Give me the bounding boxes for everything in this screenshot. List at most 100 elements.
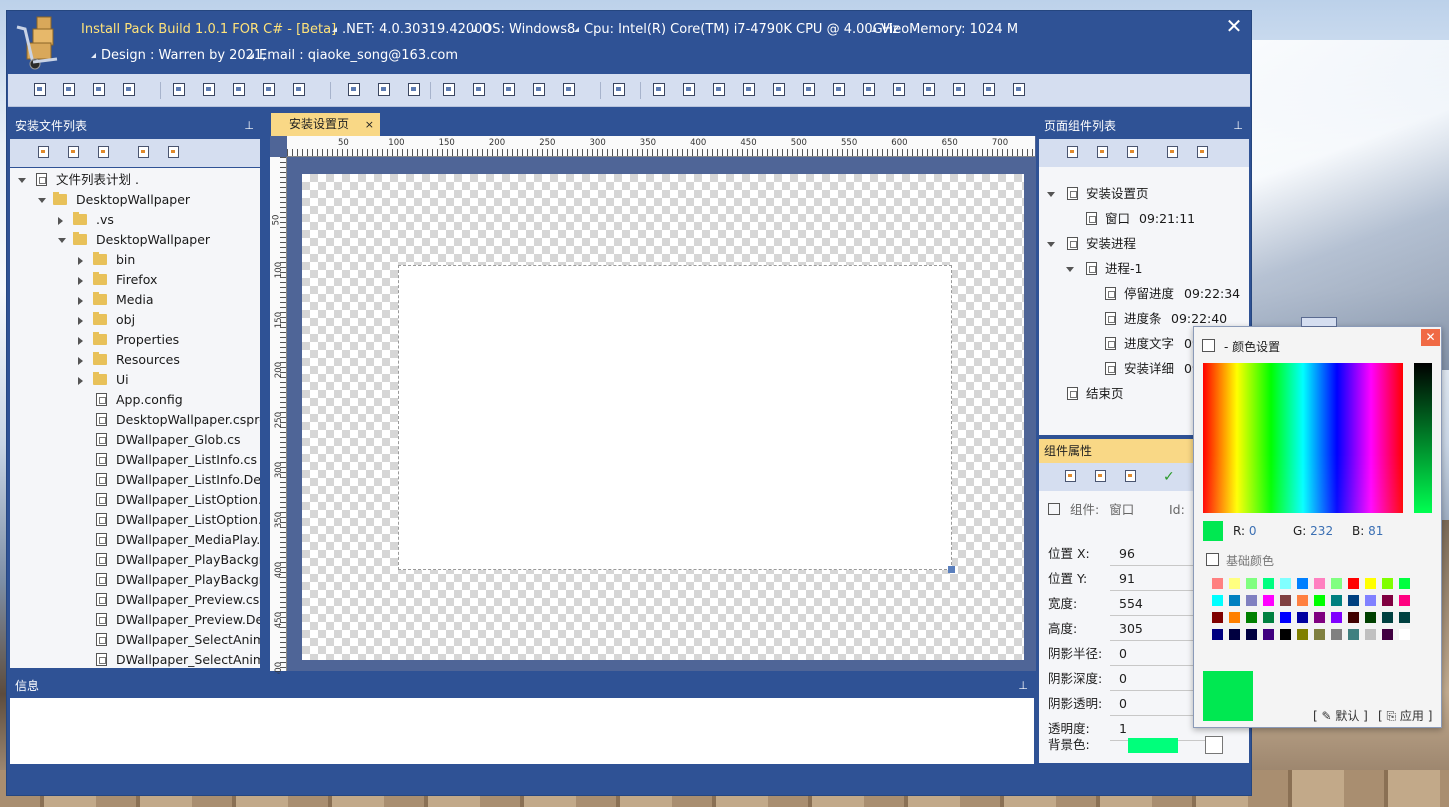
color-swatch[interactable] bbox=[1399, 612, 1410, 623]
copy-icon[interactable] bbox=[345, 81, 363, 99]
add-folder-icon[interactable] bbox=[66, 145, 82, 161]
apply-button[interactable]: [ ⎘ 应用 ] bbox=[1378, 707, 1432, 724]
close-button[interactable]: ✕ bbox=[1223, 15, 1245, 37]
component-tree-item[interactable]: 窗口 09:21:11 bbox=[1039, 209, 1249, 229]
color-swatch[interactable] bbox=[1331, 612, 1342, 623]
export-icon[interactable] bbox=[980, 81, 998, 99]
pin-icon[interactable]: ⊥ bbox=[244, 114, 254, 138]
color-swatch[interactable] bbox=[1399, 629, 1410, 640]
tree-item[interactable]: DWallpaper_MediaPlay.cs bbox=[10, 530, 260, 550]
expand-arrow-icon[interactable] bbox=[38, 198, 46, 203]
color-swatch[interactable] bbox=[1314, 595, 1325, 606]
color-picker-icon[interactable] bbox=[1205, 736, 1223, 754]
form-icon[interactable] bbox=[650, 81, 668, 99]
tree-item[interactable]: DWallpaper_ListOption.cs bbox=[10, 490, 260, 510]
photo-icon[interactable] bbox=[230, 81, 248, 99]
detail-icon[interactable] bbox=[920, 81, 938, 99]
color-swatch[interactable] bbox=[1229, 595, 1240, 606]
line-icon[interactable] bbox=[770, 81, 788, 99]
new-icon[interactable] bbox=[31, 81, 49, 99]
color-swatch[interactable] bbox=[1246, 578, 1257, 589]
search-icon[interactable] bbox=[740, 81, 758, 99]
color-swatch[interactable] bbox=[1212, 578, 1223, 589]
pause-icon[interactable] bbox=[290, 81, 308, 99]
color-swatch[interactable] bbox=[1212, 612, 1223, 623]
delete-icon[interactable] bbox=[166, 145, 182, 161]
build-icon[interactable] bbox=[120, 81, 138, 99]
color-swatch[interactable] bbox=[1382, 612, 1393, 623]
tree-item[interactable]: DesktopWallpaper.csproj bbox=[10, 410, 260, 430]
color-swatch[interactable] bbox=[1229, 578, 1240, 589]
tree-icon[interactable] bbox=[96, 145, 112, 161]
color-swatch[interactable] bbox=[1246, 629, 1257, 640]
tree-item[interactable]: Resources bbox=[10, 350, 260, 370]
resize-handle[interactable] bbox=[948, 566, 955, 573]
tree-item[interactable]: DWallpaper_SelectAnimat bbox=[10, 650, 260, 668]
color-swatch[interactable] bbox=[1382, 595, 1393, 606]
color-swatch[interactable] bbox=[1365, 612, 1376, 623]
luminance-slider[interactable] bbox=[1414, 363, 1432, 513]
tree-item[interactable]: DWallpaper_PlayBackgrou bbox=[10, 570, 260, 590]
collapse-arrow-icon[interactable] bbox=[78, 317, 83, 325]
color-swatch[interactable] bbox=[1280, 612, 1291, 623]
color-swatch[interactable] bbox=[1399, 595, 1410, 606]
tree-item[interactable]: DWallpaper_Preview.cs bbox=[10, 590, 260, 610]
color-swatch[interactable] bbox=[1297, 629, 1308, 640]
pin-icon[interactable]: ⊥ bbox=[1018, 674, 1028, 698]
picture-icon[interactable] bbox=[860, 81, 878, 99]
color-swatch[interactable] bbox=[1348, 595, 1359, 606]
color-swatch[interactable] bbox=[1365, 629, 1376, 640]
tree-item[interactable]: DWallpaper_SelectAnimat bbox=[10, 630, 260, 650]
color-swatch[interactable] bbox=[1263, 612, 1274, 623]
collapse-arrow-icon[interactable] bbox=[78, 277, 83, 285]
color-swatch[interactable] bbox=[1246, 595, 1257, 606]
page-icon[interactable] bbox=[610, 81, 628, 99]
color-swatch[interactable] bbox=[1263, 595, 1274, 606]
color-swatch[interactable] bbox=[1348, 629, 1359, 640]
collapse-arrow-icon[interactable] bbox=[78, 357, 83, 365]
color-swatch[interactable] bbox=[1280, 595, 1291, 606]
progress-text-icon[interactable] bbox=[830, 81, 848, 99]
color-swatch[interactable] bbox=[1212, 629, 1223, 640]
color-swatch[interactable] bbox=[1229, 612, 1240, 623]
tree-item[interactable]: DWallpaper_ListOption.De bbox=[10, 510, 260, 530]
collapse-arrow-icon[interactable] bbox=[78, 337, 83, 345]
expand-arrow-icon[interactable] bbox=[1047, 192, 1055, 197]
align-top-icon[interactable] bbox=[470, 81, 488, 99]
dialog-drag-handle[interactable] bbox=[1301, 317, 1337, 327]
paste-icon[interactable] bbox=[1125, 145, 1141, 161]
color-swatch[interactable] bbox=[1331, 578, 1342, 589]
color-swatch[interactable] bbox=[1365, 578, 1376, 589]
color-spectrum[interactable] bbox=[1203, 363, 1403, 513]
color-swatch[interactable] bbox=[1331, 629, 1342, 640]
chart-icon[interactable] bbox=[1093, 469, 1109, 485]
layers-icon[interactable] bbox=[1063, 469, 1079, 485]
tree-item[interactable]: App.config bbox=[10, 390, 260, 410]
doc-icon[interactable] bbox=[890, 81, 908, 99]
expand-arrow-icon[interactable] bbox=[18, 178, 26, 183]
tree-item[interactable]: DWallpaper_Glob.cs bbox=[10, 430, 260, 450]
refresh-icon[interactable] bbox=[260, 81, 278, 99]
input-icon[interactable] bbox=[950, 81, 968, 99]
expand-arrow-icon[interactable] bbox=[1047, 242, 1055, 247]
save-icon[interactable] bbox=[60, 81, 78, 99]
collapse-arrow-icon[interactable] bbox=[78, 297, 83, 305]
collapse-arrow-icon[interactable] bbox=[58, 217, 63, 225]
open-icon[interactable] bbox=[170, 81, 188, 99]
tree-item[interactable]: Properties bbox=[10, 330, 260, 350]
save-as-icon[interactable] bbox=[90, 81, 108, 99]
component-tree-item[interactable]: 进程-1 bbox=[1039, 259, 1249, 279]
disabled-icon[interactable] bbox=[1010, 81, 1028, 99]
color-swatch[interactable] bbox=[1263, 578, 1274, 589]
window-component[interactable] bbox=[398, 265, 952, 570]
color-swatch[interactable] bbox=[1382, 578, 1393, 589]
tree-item[interactable]: Ui bbox=[10, 370, 260, 390]
color-swatch[interactable] bbox=[1246, 612, 1257, 623]
tree-item[interactable]: DWallpaper_PlayBackgrou bbox=[10, 550, 260, 570]
tree-item[interactable]: .vs bbox=[10, 210, 260, 230]
tree-item[interactable]: Media bbox=[10, 290, 260, 310]
color-swatch[interactable] bbox=[1229, 629, 1240, 640]
color-swatch[interactable] bbox=[1280, 629, 1291, 640]
cursor-icon[interactable] bbox=[710, 81, 728, 99]
tree-item[interactable]: DesktopWallpaper bbox=[10, 190, 260, 210]
